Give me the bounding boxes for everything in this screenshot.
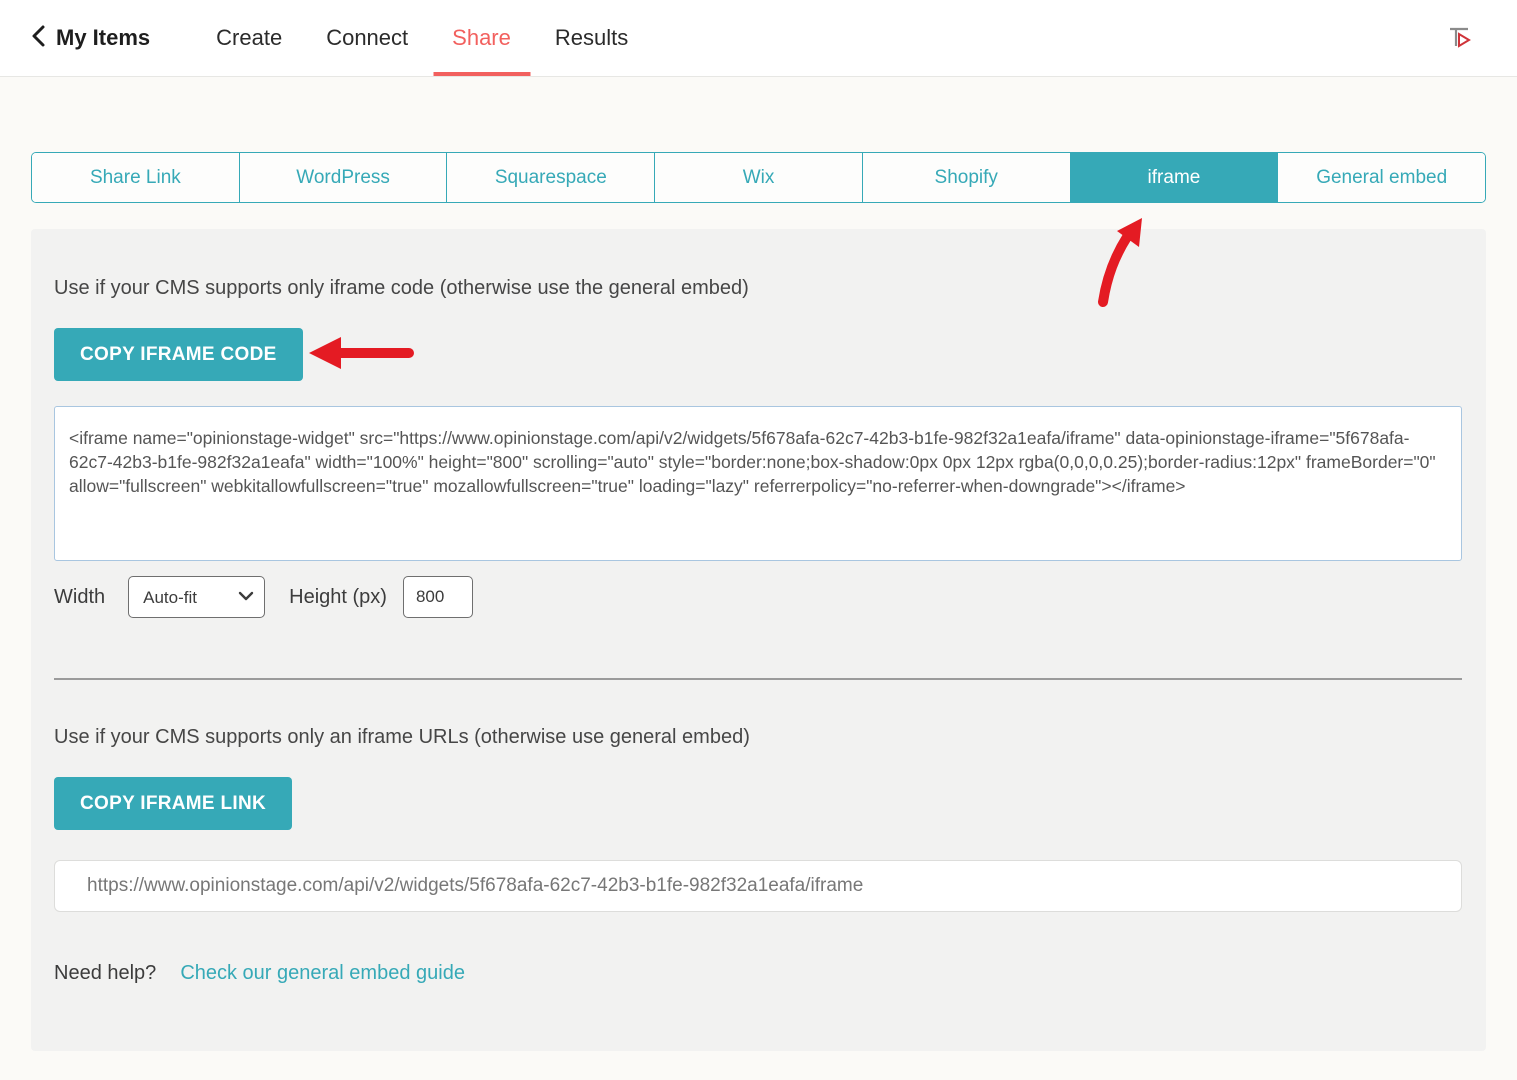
width-select[interactable]: Auto-fit	[128, 576, 265, 618]
nav-item-connect[interactable]: Connect	[304, 0, 430, 76]
annotation-arrow-left-icon	[305, 333, 417, 373]
nav-item-share[interactable]: Share	[430, 0, 533, 76]
iframe-link-description: Use if your CMS supports only an iframe …	[54, 680, 1462, 749]
back-to-my-items[interactable]: My Items	[30, 0, 150, 76]
iframe-embed-panel: Use if your CMS supports only iframe cod…	[31, 229, 1486, 1051]
copy-iframe-code-button[interactable]: COPY IFRAME CODE	[54, 328, 303, 381]
height-label: Height (px)	[289, 586, 387, 609]
tab-wordpress[interactable]: WordPress	[240, 153, 448, 202]
preview-logo-icon[interactable]	[1445, 22, 1475, 59]
dimensions-row: Width Auto-fit Height (px)	[54, 576, 1462, 618]
height-input[interactable]	[403, 576, 473, 618]
iframe-code-description: Use if your CMS supports only iframe cod…	[54, 229, 1462, 300]
back-chevron-icon	[30, 24, 47, 53]
nav-item-results[interactable]: Results	[533, 0, 650, 76]
tab-general-embed[interactable]: General embed	[1278, 153, 1485, 202]
width-label: Width	[54, 586, 105, 609]
tab-iframe[interactable]: iframe	[1071, 153, 1279, 202]
share-destination-tabs: Share Link WordPress Squarespace Wix Sho…	[31, 152, 1486, 203]
help-row: Need help? Check our general embed guide	[54, 962, 1462, 985]
tab-shopify[interactable]: Shopify	[863, 153, 1071, 202]
nav-item-create[interactable]: Create	[194, 0, 304, 76]
need-help-label: Need help?	[54, 962, 156, 985]
tab-wix[interactable]: Wix	[655, 153, 863, 202]
general-embed-guide-link[interactable]: Check our general embed guide	[180, 962, 465, 985]
copy-iframe-link-button[interactable]: COPY IFRAME LINK	[54, 777, 292, 830]
iframe-url-input[interactable]	[54, 860, 1462, 912]
tab-share-link[interactable]: Share Link	[32, 153, 240, 202]
back-label: My Items	[56, 25, 150, 51]
top-navigation: My Items Create Connect Share Results	[0, 0, 1517, 77]
iframe-code-textarea[interactable]: <iframe name="opinionstage-widget" src="…	[54, 406, 1462, 561]
tab-squarespace[interactable]: Squarespace	[447, 153, 655, 202]
